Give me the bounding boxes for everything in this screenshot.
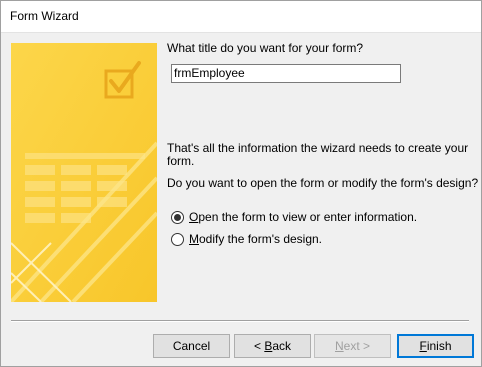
title-bar[interactable]: Form Wizard (1, 1, 481, 33)
next-label-rest: ext > (343, 339, 371, 353)
form-wizard-art-icon (11, 43, 157, 302)
next-button[interactable]: Next > (314, 334, 391, 358)
open-form-label: Open the form to view or enter informati… (189, 210, 417, 224)
open-or-modify-question: Do you want to open the form or modify t… (167, 176, 479, 190)
window-title: Form Wizard (10, 9, 79, 23)
back-button[interactable]: < Back (234, 334, 311, 358)
wizard-illustration (11, 43, 157, 302)
button-separator (11, 320, 469, 322)
form-title-question: What title do you want for your form? (167, 41, 364, 55)
finish-accel: F (419, 339, 427, 353)
info-line-2: form. (167, 154, 195, 168)
next-accel: N (334, 339, 344, 353)
open-form-accel: O (189, 210, 199, 224)
back-label-rest: ack (272, 339, 292, 353)
back-prefix: < (253, 339, 265, 353)
wizard-body: What title do you want for your form? fr… (1, 33, 481, 366)
open-form-radio[interactable] (171, 210, 184, 224)
open-form-option[interactable]: Open the form to view or enter informati… (171, 209, 417, 225)
modify-design-label-rest: odify the form's design. (199, 232, 323, 246)
finish-label-rest: inish (426, 339, 452, 353)
finish-button[interactable]: Finish (397, 334, 474, 358)
modify-design-accel: M (189, 232, 199, 246)
info-line-1: That's all the information the wizard ne… (167, 141, 469, 155)
modify-design-option[interactable]: Modify the form's design. (171, 231, 322, 247)
modify-design-label: Modify the form's design. (189, 232, 322, 246)
form-title-input[interactable]: frmEmployee (171, 64, 401, 83)
modify-design-radio[interactable] (171, 232, 184, 246)
open-form-label-rest: pen the form to view or enter informatio… (198, 210, 418, 224)
form-wizard-window: Form Wizard What title do you want for y… (0, 0, 482, 367)
cancel-button[interactable]: Cancel (153, 334, 230, 358)
